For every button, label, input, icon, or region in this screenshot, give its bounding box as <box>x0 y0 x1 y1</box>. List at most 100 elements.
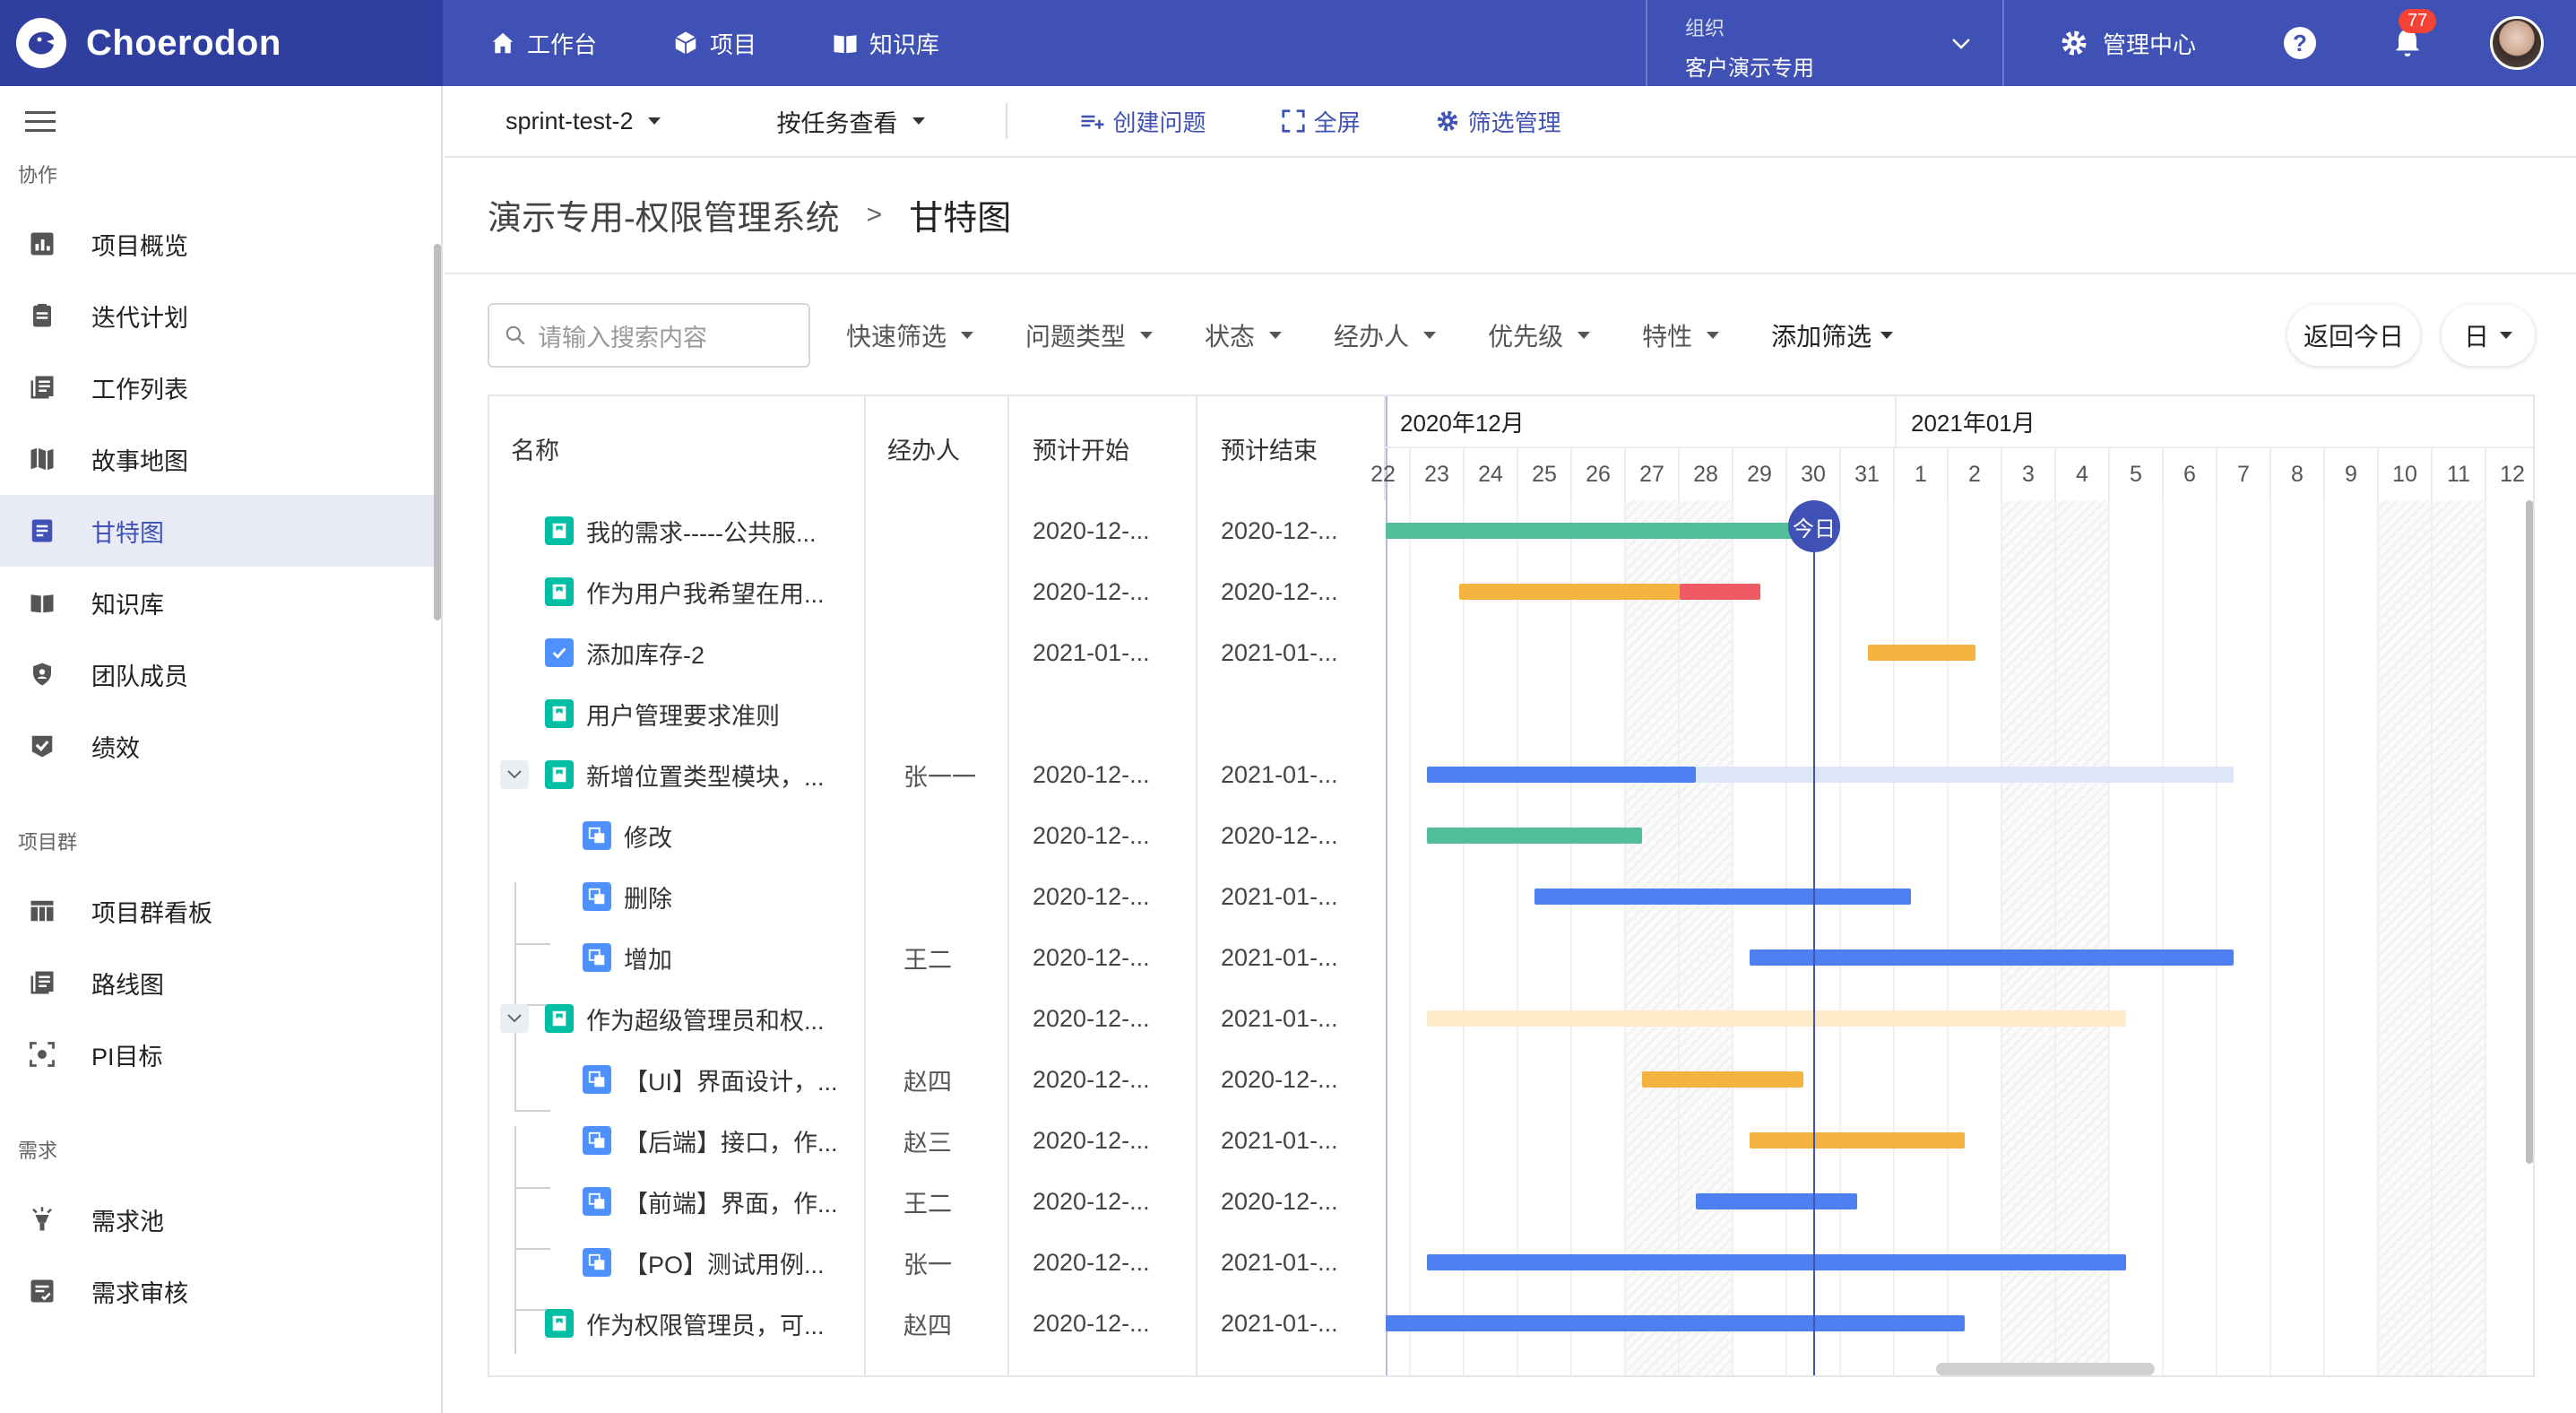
gantt-bar[interactable] <box>1868 645 1975 661</box>
issue-row[interactable]: 作为权限管理员，可... 赵四 2020-12-... 2021-01-... <box>489 1293 1386 1354</box>
filter-assignee[interactable]: 经办人 <box>1334 317 1437 353</box>
sidebar-item-iteration[interactable]: 迭代计划 <box>0 280 434 351</box>
issue-row[interactable]: 【PO】测试用例... 张一 2020-12-... 2021-01-... <box>489 1232 1386 1293</box>
issue-row[interactable]: 【UI】界面设计，... 赵四 2020-12-... 2020-12-... <box>489 1049 1386 1110</box>
issue-row[interactable]: 作为超级管理员和权... 2020-12-... 2021-01-... <box>489 988 1386 1049</box>
gantt-bar[interactable] <box>1534 889 1911 905</box>
timeline-month-label: 2020年12月 <box>1386 396 1895 448</box>
time-unit-select[interactable]: 日 <box>2442 305 2535 366</box>
search-input[interactable]: 请输入搜索内容 <box>488 303 810 368</box>
sidebar-item-gantt[interactable]: 甘特图 <box>0 495 434 567</box>
gantt-bar[interactable] <box>1459 584 1680 600</box>
gantt-bar[interactable] <box>1750 949 2234 966</box>
sidebar-item-roadmap[interactable]: 路线图 <box>0 947 434 1019</box>
filter-status[interactable]: 状态 <box>1205 317 1283 353</box>
sidebar-item-demand-pool[interactable]: 需求池 <box>0 1183 434 1255</box>
issue-name-cell[interactable]: 新增位置类型模块，... <box>489 744 866 805</box>
gantt-bar[interactable] <box>1696 1193 1857 1209</box>
filter-priority[interactable]: 优先级 <box>1488 317 1591 353</box>
sidebar-item-performance[interactable]: 绩效 <box>0 710 434 782</box>
menu-icon[interactable] <box>25 111 56 133</box>
back-to-today-button[interactable]: 返回今日 <box>2287 305 2420 366</box>
sidebar-item-overview[interactable]: 项目概览 <box>0 208 434 280</box>
issue-name-cell[interactable]: 作为权限管理员，可... <box>489 1293 866 1354</box>
sprint-select[interactable]: sprint-test-2 <box>506 108 661 135</box>
gantt-bar[interactable] <box>1680 584 1760 600</box>
issue-name-cell[interactable]: 用户管理要求准则 <box>489 683 866 744</box>
issue-row[interactable]: 增加 王二 2020-12-... 2021-01-... <box>489 927 1386 988</box>
issue-name-cell[interactable]: 【PO】测试用例... <box>489 1232 866 1293</box>
filter-feature[interactable]: 特性 <box>1642 317 1720 353</box>
nav-workbench[interactable]: 工作台 <box>489 27 597 60</box>
horizontal-scrollbar[interactable] <box>1936 1363 2155 1375</box>
breadcrumb-project[interactable]: 演示专用-权限管理系统 <box>488 190 840 239</box>
sidebar-item-storymap[interactable]: 故事地图 <box>0 423 434 495</box>
avatar[interactable] <box>2490 16 2544 70</box>
timeline-day-label: 24 <box>1465 448 1518 500</box>
org-selector[interactable]: 组织 客户演示专用 <box>1646 0 2004 86</box>
gantt-bar[interactable] <box>1386 523 1814 539</box>
issue-row[interactable]: 作为用户我希望在用... 2020-12-... 2020-12-... <box>489 561 1386 622</box>
fullscreen-button[interactable]: 全屏 <box>1280 105 1361 138</box>
vertical-scrollbar[interactable] <box>2526 500 2533 1164</box>
issue-name-cell[interactable]: 作为用户我希望在用... <box>489 561 866 622</box>
top-nav: 工作台 项目 知识库 <box>489 0 1015 86</box>
gantt-bar[interactable] <box>1696 767 2234 783</box>
issue-start-date: 2020-12-... <box>1033 943 1150 971</box>
issue-row[interactable]: 用户管理要求准则 <box>489 683 1386 744</box>
sidebar-item-demand-review[interactable]: 需求审核 <box>0 1255 434 1327</box>
sidebar-item-worklist[interactable]: 工作列表 <box>0 351 434 423</box>
issue-row[interactable]: 【后端】接口，作... 赵三 2020-12-... 2021-01-... <box>489 1110 1386 1171</box>
view-label: 按任务查看 <box>776 109 898 137</box>
issue-name-cell[interactable]: 添加库存-2 <box>489 622 866 683</box>
timeline-day-label: 3 <box>2002 448 2056 500</box>
book-icon <box>27 587 57 618</box>
issue-name-cell[interactable]: 修改 <box>489 805 866 866</box>
issue-row[interactable]: 修改 2020-12-... 2020-12-... <box>489 805 1386 866</box>
filter-issue-type[interactable]: 问题类型 <box>1025 317 1154 353</box>
issue-row[interactable]: 删除 2020-12-... 2021-01-... <box>489 866 1386 927</box>
issue-row[interactable]: 【前端】界面，作... 王二 2020-12-... 2020-12-... <box>489 1171 1386 1232</box>
gantt-bar[interactable] <box>1427 1010 2126 1027</box>
gantt-bar[interactable] <box>1427 767 1696 783</box>
issue-name-cell[interactable]: 【UI】界面设计，... <box>489 1049 866 1110</box>
create-issue-button[interactable]: 创建问题 <box>1079 105 1206 138</box>
admin-center-button[interactable]: 管理中心 <box>2058 0 2196 86</box>
issue-start-date: 2020-12-... <box>1033 821 1150 849</box>
issue-start-date: 2020-12-... <box>1033 760 1150 788</box>
nav-knowledge[interactable]: 知识库 <box>832 27 939 60</box>
gantt-bar[interactable] <box>1750 1132 1965 1149</box>
sidebar-scrollbar[interactable] <box>434 244 441 620</box>
issue-name-cell[interactable]: 增加 <box>489 927 866 988</box>
issue-row[interactable]: 我的需求-----公共服... 2020-12-... 2020-12-... <box>489 500 1386 561</box>
issue-row[interactable]: 添加库存-2 2021-01-... 2021-01-... <box>489 622 1386 683</box>
gantt-bar[interactable] <box>1386 1315 1965 1331</box>
add-filter-button[interactable]: 添加筛选 <box>1771 317 1894 353</box>
filter-manage-button[interactable]: 筛选管理 <box>1434 105 1561 138</box>
view-select[interactable]: 按任务查看 <box>777 104 925 139</box>
issue-name-cell[interactable]: 作为超级管理员和权... <box>489 988 866 1049</box>
filter-label: 优先级 <box>1488 323 1564 351</box>
sidebar-item-pi-target[interactable]: PI目标 <box>0 1019 434 1090</box>
gantt-bar[interactable] <box>1642 1071 1803 1088</box>
timeline-day-column <box>2271 500 2325 1375</box>
issue-row[interactable]: 新增位置类型模块，... 张一一 2020-12-... 2021-01-... <box>489 744 1386 805</box>
issue-name-cell[interactable]: 【前端】界面，作... <box>489 1171 866 1232</box>
issue-assignee <box>903 561 1020 622</box>
nav-project[interactable]: 项目 <box>672 27 756 60</box>
gantt-bar[interactable] <box>1427 828 1642 844</box>
board-icon <box>27 896 57 926</box>
sidebar-item-knowledge[interactable]: 知识库 <box>0 567 434 638</box>
timeline-day-column <box>2379 500 2433 1375</box>
issue-name: 【前端】界面，作... <box>624 1190 838 1218</box>
sidebar-item-group-board[interactable]: 项目群看板 <box>0 875 434 947</box>
brand[interactable]: Choerodon <box>0 0 443 86</box>
issue-name-cell[interactable]: 删除 <box>489 866 866 927</box>
gantt-bar[interactable] <box>1427 1254 2126 1270</box>
filter-quick[interactable]: 快速筛选 <box>846 317 974 353</box>
issue-name-cell[interactable]: 我的需求-----公共服... <box>489 500 866 561</box>
section-demand: 需求 <box>18 1140 58 1162</box>
help-icon[interactable]: ? <box>2284 27 2316 59</box>
sidebar-item-team[interactable]: 团队成员 <box>0 638 434 710</box>
issue-name-cell[interactable]: 【后端】接口，作... <box>489 1110 866 1171</box>
